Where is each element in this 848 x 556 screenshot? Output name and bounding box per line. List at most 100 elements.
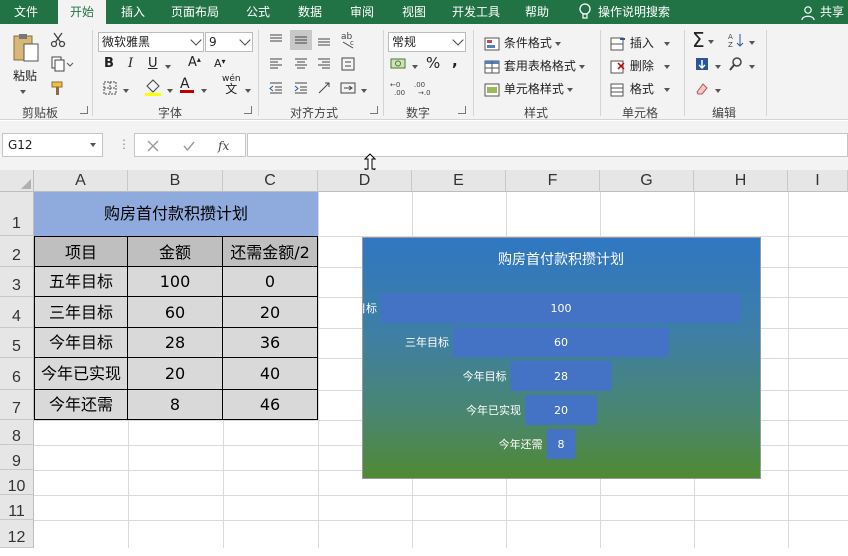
column-header-c[interactable]: C xyxy=(223,170,318,192)
table-cell[interactable]: 20 xyxy=(223,297,318,328)
border-icon[interactable] xyxy=(102,80,118,96)
clear-icon[interactable] xyxy=(694,80,710,96)
table-cell[interactable]: 100 xyxy=(128,267,223,297)
row-header-6[interactable]: 6 xyxy=(0,358,34,390)
table-cell[interactable]: 五年目标 xyxy=(34,267,128,297)
row-header-9[interactable]: 9 xyxy=(0,445,34,470)
table-header-cell[interactable]: 还需金额/2 xyxy=(223,236,318,267)
table-cell[interactable]: 今年目标 xyxy=(34,328,128,358)
align-right-icon[interactable] xyxy=(316,56,332,72)
align-middle-icon[interactable] xyxy=(293,32,309,48)
tab-insert[interactable]: 插入 xyxy=(112,0,154,24)
table-cell[interactable]: 今年还需 xyxy=(34,390,128,420)
merge-center-icon[interactable] xyxy=(340,80,356,96)
increase-decimal-icon[interactable]: ←0.00 xyxy=(390,80,412,96)
fill-dropdown[interactable] xyxy=(712,59,721,73)
row-header-3[interactable]: 3 xyxy=(0,267,34,297)
formula-input[interactable] xyxy=(247,133,848,157)
share-button[interactable]: 共享 xyxy=(800,0,844,24)
decrease-indent-icon[interactable] xyxy=(268,80,284,96)
underline-dropdown[interactable] xyxy=(162,59,171,73)
row-header-11[interactable]: 11 xyxy=(0,495,34,520)
bold-button[interactable]: B xyxy=(104,56,114,71)
name-box-dropdown-icon[interactable] xyxy=(90,143,96,147)
percent-button[interactable]: % xyxy=(426,54,440,72)
format-painter-icon[interactable] xyxy=(50,80,66,96)
sheet-title-cell[interactable]: 购房首付款积攒计划 xyxy=(34,192,318,236)
column-header-a[interactable]: A xyxy=(34,170,128,192)
table-header-cell[interactable]: 项目 xyxy=(34,236,128,267)
cancel-icon[interactable] xyxy=(147,140,159,152)
table-cell[interactable]: 46 xyxy=(223,390,318,420)
name-box[interactable]: G12 xyxy=(2,133,103,157)
fill-color-dropdown[interactable] xyxy=(164,83,173,97)
phonetic-dropdown[interactable] xyxy=(242,83,251,97)
font-name-select[interactable]: 微软雅黑 xyxy=(98,32,204,52)
clear-dropdown[interactable] xyxy=(712,83,721,97)
grow-font-button[interactable]: A▴ xyxy=(188,55,201,70)
row-header-10[interactable]: 10 xyxy=(0,470,34,495)
alignment-launcher[interactable] xyxy=(370,106,378,114)
row-header-12[interactable]: 12 xyxy=(0,520,34,548)
paste-label[interactable]: 粘贴 xyxy=(13,67,37,84)
currency-dropdown[interactable] xyxy=(409,59,418,73)
align-left-icon[interactable] xyxy=(268,56,284,72)
table-header-cell[interactable]: 金额 xyxy=(128,236,223,267)
row-header-7[interactable]: 7 xyxy=(0,390,34,420)
select-all-corner[interactable] xyxy=(0,170,34,192)
row-header-4[interactable]: 4 xyxy=(0,297,34,328)
table-cell[interactable]: 8 xyxy=(128,390,223,420)
fill-color-icon[interactable] xyxy=(144,78,162,96)
column-header-f[interactable]: F xyxy=(506,170,600,192)
cell-styles-button[interactable]: 单元格样式 xyxy=(484,80,573,97)
tab-view[interactable]: 视图 xyxy=(392,0,436,24)
tell-me-search[interactable]: 操作说明搜索 xyxy=(598,0,684,24)
autosum-button[interactable]: Σ xyxy=(692,28,714,52)
tab-file[interactable]: 文件 xyxy=(0,0,52,24)
decrease-decimal-icon[interactable]: .00→.0 xyxy=(414,80,436,96)
enter-icon[interactable] xyxy=(183,140,195,152)
cut-icon[interactable] xyxy=(50,32,66,48)
table-cell[interactable]: 三年目标 xyxy=(34,297,128,328)
find-select-icon[interactable] xyxy=(728,56,744,72)
merge-dropdown[interactable] xyxy=(358,83,367,97)
insert-cells-button[interactable]: 插入 xyxy=(610,34,670,51)
row-header-1[interactable]: 1 xyxy=(0,192,34,236)
clipboard-launcher[interactable] xyxy=(80,106,88,114)
phonetic-guide-button[interactable]: wén 文 xyxy=(222,74,241,96)
column-header-b[interactable]: B xyxy=(128,170,223,192)
sort-filter-dropdown[interactable] xyxy=(746,35,755,49)
underline-button[interactable]: U xyxy=(148,56,158,71)
comma-button[interactable]: , xyxy=(452,52,458,70)
copy-icon[interactable] xyxy=(50,56,74,72)
row-header-5[interactable]: 5 xyxy=(0,328,34,358)
number-launcher[interactable] xyxy=(458,106,466,114)
wrap-text-icon[interactable] xyxy=(340,56,356,72)
tab-home[interactable]: 开始 xyxy=(58,0,106,25)
border-dropdown[interactable] xyxy=(120,83,129,97)
insert-function-icon[interactable]: fx xyxy=(217,138,235,154)
table-cell[interactable]: 60 xyxy=(128,297,223,328)
font-color-button[interactable]: A xyxy=(180,76,194,93)
find-select-dropdown[interactable] xyxy=(746,59,755,73)
tab-data[interactable]: 数据 xyxy=(288,0,332,24)
font-color-dropdown[interactable] xyxy=(198,83,207,97)
sort-filter-icon[interactable]: AZ xyxy=(728,32,746,48)
tab-help[interactable]: 帮助 xyxy=(516,0,558,24)
increase-indent-icon[interactable] xyxy=(293,80,309,96)
fill-down-icon[interactable] xyxy=(694,56,710,72)
tab-page-layout[interactable]: 页面布局 xyxy=(164,0,226,24)
conditional-formatting-button[interactable]: 条件格式 xyxy=(484,34,561,51)
table-cell[interactable]: 今年已实现 xyxy=(34,358,128,390)
row-header-8[interactable]: 8 xyxy=(0,420,34,445)
shrink-font-button[interactable]: A▾ xyxy=(214,57,226,70)
tab-review[interactable]: 审阅 xyxy=(340,0,384,24)
format-cells-button[interactable]: 格式 xyxy=(610,80,670,97)
format-as-table-button[interactable]: 套用表格格式 xyxy=(484,57,585,74)
align-center-icon[interactable] xyxy=(293,56,309,72)
tab-formulas[interactable]: 公式 xyxy=(236,0,280,24)
table-cell[interactable]: 36 xyxy=(223,328,318,358)
delete-cells-button[interactable]: 删除 xyxy=(610,57,670,74)
align-top-icon[interactable] xyxy=(268,32,284,48)
column-header-g[interactable]: G xyxy=(600,170,694,192)
